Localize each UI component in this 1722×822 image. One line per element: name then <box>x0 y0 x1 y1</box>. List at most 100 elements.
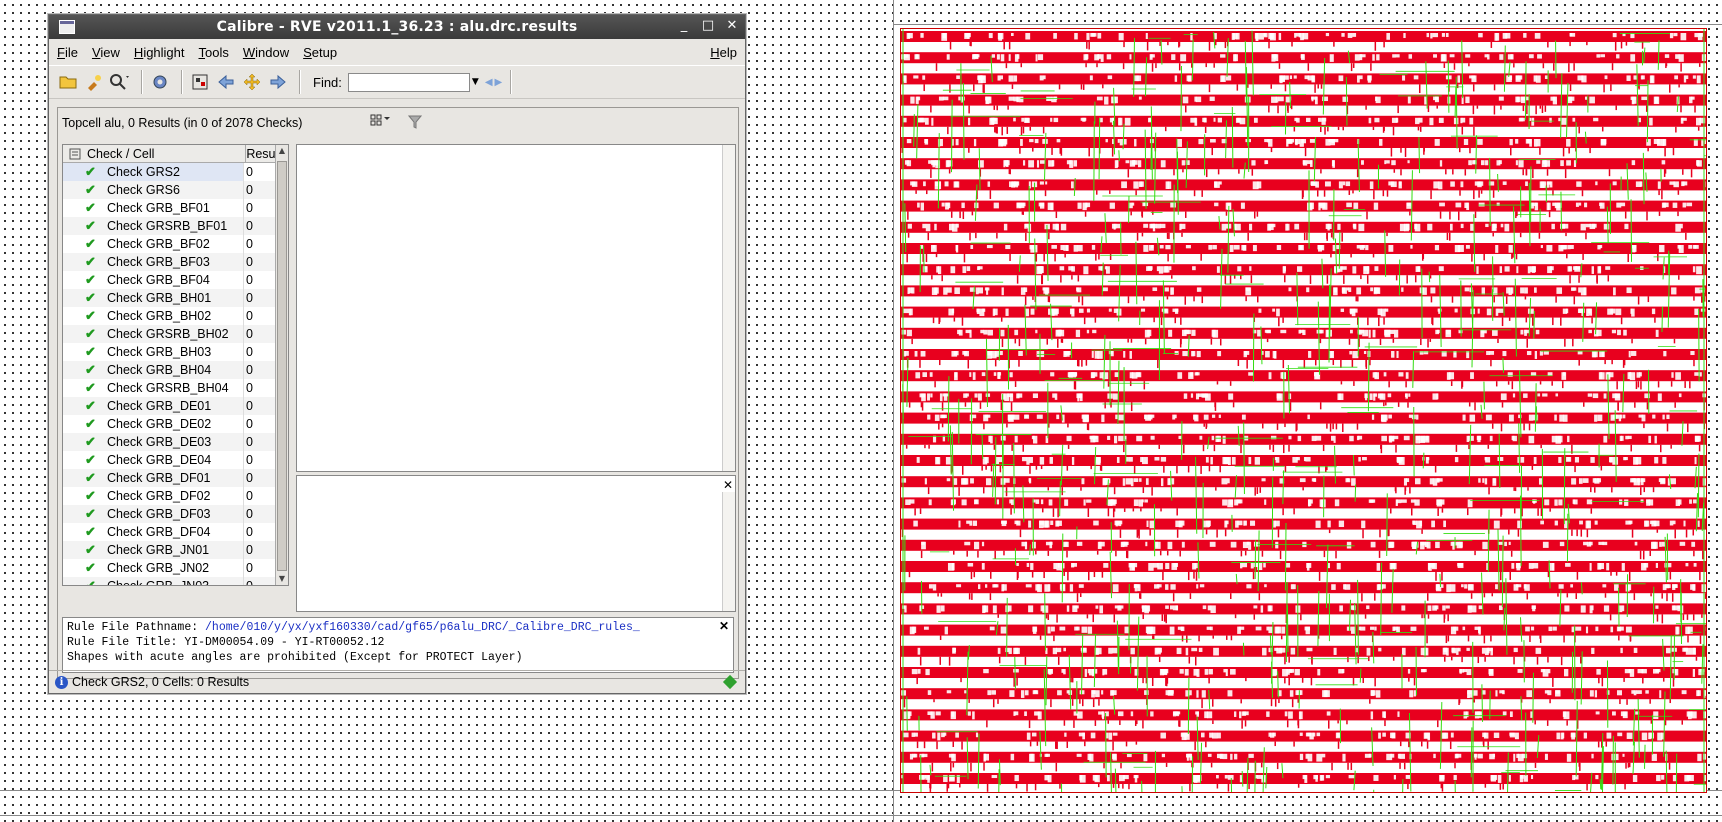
tree-row[interactable]: ✔Check GRB_BF040 <box>63 271 288 289</box>
tree-row[interactable]: ✔Check GRSRB_BF010 <box>63 217 288 235</box>
home-icon[interactable] <box>241 71 263 93</box>
results-panel: Topcell alu, 0 Results (in 0 of 2078 Che… <box>57 107 739 679</box>
menu-tools[interactable]: Tools <box>199 45 229 60</box>
menu-view[interactable]: View <box>92 45 120 60</box>
menu-highlight[interactable]: Highlight <box>134 45 185 60</box>
tree-row[interactable]: ✔Check GRB_DE020 <box>63 415 288 433</box>
check-name-cell: ✔Check GRB_BF03 <box>63 253 244 271</box>
check-name: Check GRB_BH02 <box>107 309 211 323</box>
checkmark-icon: ✔ <box>85 181 101 199</box>
zoom-icon[interactable] <box>109 71 131 93</box>
checkmark-icon: ✔ <box>85 217 101 235</box>
check-name-cell: ✔Check GRB_DE01 <box>63 397 244 415</box>
open-folder-icon[interactable] <box>57 71 79 93</box>
find-dropdown-icon[interactable]: ▼ <box>472 77 479 87</box>
find-previous-icon[interactable]: ◀ <box>485 77 493 88</box>
checkmark-icon: ✔ <box>85 541 101 559</box>
tree-row[interactable]: ✔Check GRSRB_BH020 <box>63 325 288 343</box>
check-name-cell: ✔Check GRSRB_BH02 <box>63 325 244 343</box>
check-name-cell: ✔Check GRB_BF02 <box>63 235 244 253</box>
tree-row[interactable]: ✔Check GRB_JN020 <box>63 559 288 577</box>
status-bar: i Check GRS2, 0 Cells: 0 Results <box>49 670 745 693</box>
scroll-up-icon[interactable]: ▲ <box>277 145 287 157</box>
check-name-cell: ✔Check GRB_BF01 <box>63 199 244 217</box>
highlight-icon[interactable] <box>83 71 105 93</box>
tree-row[interactable]: ✔Check GRB_BF030 <box>63 253 288 271</box>
layout-canvas[interactable] <box>900 28 1707 793</box>
filter-icon[interactable] <box>408 114 422 134</box>
check-name-cell: ✔ Check GRB_BF04 <box>63 271 244 289</box>
check-name-cell: ✔Check GRS2 <box>63 163 244 181</box>
tree-row[interactable]: ✔Check GRS60 <box>63 181 288 199</box>
check-cell-header[interactable]: Check / Cell <box>63 145 246 162</box>
tree-row[interactable]: ✔Check GRB_DF030 <box>63 505 288 523</box>
checkmark-icon: ✔ <box>85 253 101 271</box>
detail-scrollbar[interactable] <box>722 145 735 471</box>
rule-info-box[interactable]: Rule File Pathname: /home/010/y/yx/yxf16… <box>62 617 734 673</box>
forward-arrow-icon[interactable] <box>267 71 289 93</box>
minimize-button[interactable]: _ <box>677 18 691 33</box>
view-options-icon[interactable] <box>370 114 392 132</box>
info-scrollbar[interactable] <box>722 492 735 611</box>
checkmark-icon: ✔ <box>85 451 101 469</box>
tree-row[interactable]: ✔Check GRSRB_BH040 <box>63 379 288 397</box>
rule-pathname-link[interactable]: /home/010/y/yx/yxf160330/cad/gf65/p6alu_… <box>205 621 640 634</box>
close-icon[interactable]: ✕ <box>719 620 729 635</box>
layout-drawing <box>901 29 1706 792</box>
tree-row[interactable]: ✔Check GRB_DF020 <box>63 487 288 505</box>
close-icon[interactable]: ✕ <box>723 478 733 492</box>
check-name-cell: ✔Check GRB_DE03 <box>63 433 244 451</box>
tree-row[interactable]: ✔Check GRB_BH040 <box>63 361 288 379</box>
layout-icon[interactable] <box>189 71 211 93</box>
find-input[interactable] <box>348 73 470 92</box>
check-name: Check GRB_JN02 <box>107 561 209 575</box>
menu-setup[interactable]: Setup <box>303 45 337 60</box>
tree-row[interactable]: ✔Check GRB_BF020 <box>63 235 288 253</box>
toolbar-separator <box>181 70 183 94</box>
tree-row[interactable]: ✔Check GRB_DE040 <box>63 451 288 469</box>
check-name: Check GRSRB_BF01 <box>107 219 227 233</box>
tree-scroll-thumb[interactable] <box>277 161 287 571</box>
tree-row[interactable]: ✔Check GRB_DE030 <box>63 433 288 451</box>
menu-window[interactable]: Window <box>243 45 289 60</box>
gear-icon[interactable] <box>149 71 171 93</box>
close-button[interactable]: ✕ <box>725 18 739 33</box>
tree-row[interactable]: ✔Check GRB_BF010 <box>63 199 288 217</box>
tree-row[interactable]: ✔Check GRB_DE010 <box>63 397 288 415</box>
toolbar-separator <box>510 70 512 94</box>
check-tree[interactable]: Check / Cell Results ✔Check GRS20✔Check … <box>62 144 289 586</box>
checkmark-icon: ✔ <box>85 271 101 289</box>
menu-help[interactable]: Help <box>710 45 737 60</box>
tree-row[interactable]: ✔Check GRB_BH010 <box>63 289 288 307</box>
scroll-down-icon[interactable]: ▼ <box>277 573 287 585</box>
checkmark-icon: ✔ <box>85 523 101 541</box>
rule-title: Rule File Title: YI-DM00054.09 - YI-RT00… <box>67 635 729 650</box>
checkmark-icon: ✔ <box>85 307 101 325</box>
tree-row[interactable]: ✔Check GRB_BH030 <box>63 343 288 361</box>
menu-file[interactable]: File <box>57 45 78 60</box>
check-name: Check GRB_DF03 <box>107 507 211 521</box>
maximize-button[interactable]: □ <box>701 18 715 33</box>
check-name-cell: ✔Check GRB_DF03 <box>63 505 244 523</box>
check-name-cell: ✔ Check GRB_DE04 <box>63 451 244 469</box>
check-name-cell: ✔Check GRB_DF04 <box>63 523 244 541</box>
tree-scrollbar[interactable]: ▲ ▼ <box>275 145 288 585</box>
checkmark-icon: ✔ <box>85 469 101 487</box>
back-arrow-icon[interactable] <box>215 71 237 93</box>
check-name: Check GRB_DE04 <box>107 453 211 467</box>
tree-row[interactable]: ✔Check GRB_BH020 <box>63 307 288 325</box>
check-name: Check GRB_BF04 <box>107 273 210 287</box>
results-info-pane[interactable]: ✕ <box>296 475 736 612</box>
title-bar[interactable]: Calibre - RVE v2011.1_36.23 : alu.drc.re… <box>49 15 745 39</box>
check-cell-header-label: Check / Cell <box>87 147 154 161</box>
tree-row[interactable]: ✔Check GRB_DF010 <box>63 469 288 487</box>
tree-row[interactable]: ✔Check GRS20 <box>63 163 288 181</box>
results-detail-pane[interactable] <box>296 144 736 472</box>
check-name: Check GRB_DE02 <box>107 417 211 431</box>
tree-row[interactable]: ✔Check GRB_DF040 <box>63 523 288 541</box>
tree-header-icon <box>69 148 81 160</box>
find-next-icon[interactable]: ▶ <box>495 77 503 88</box>
tree-row[interactable]: ✔Check GRB_JN030 <box>63 577 288 586</box>
check-name-cell: ✔Check GRB_JN01 <box>63 541 244 559</box>
tree-row[interactable]: ✔Check GRB_JN010 <box>63 541 288 559</box>
